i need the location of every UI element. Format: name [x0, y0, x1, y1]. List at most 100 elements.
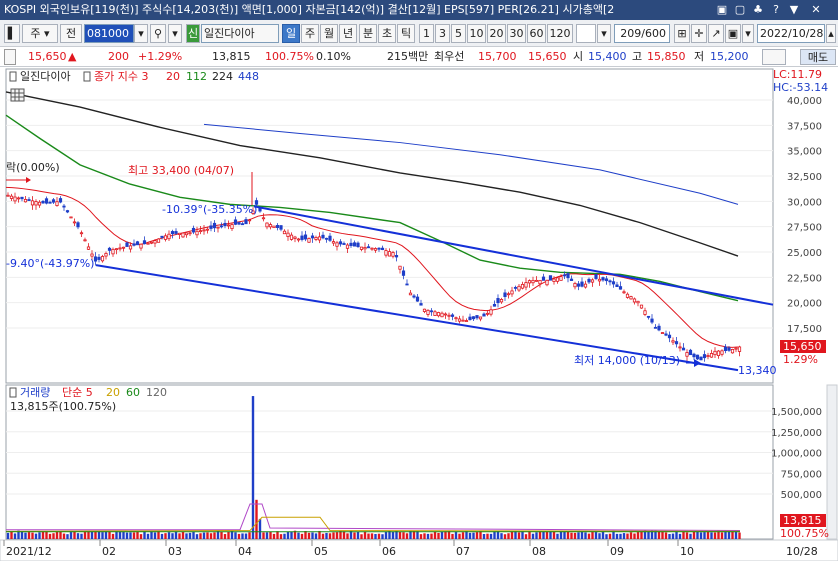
sell-button[interactable]: 매도: [800, 49, 836, 65]
volume-bar: [241, 533, 244, 539]
volume-bar: [202, 532, 206, 539]
candle-body: [118, 247, 122, 250]
table-icon[interactable]: [10, 88, 25, 102]
minute-3-button[interactable]: 3: [435, 24, 450, 43]
x-axis-label: 06: [382, 545, 396, 558]
quote-toggle-icon[interactable]: [4, 49, 16, 65]
candle-body: [471, 316, 476, 320]
interval-dropdown-icon[interactable]: ▾: [597, 24, 611, 43]
candle-body: [9, 195, 14, 199]
turnover-rate: 0.10%: [316, 50, 351, 63]
volume-bar: [622, 533, 626, 539]
volume-bar: [251, 396, 255, 539]
x-axis-bar: [0, 539, 838, 561]
quote-dropdown-icon[interactable]: [762, 49, 786, 65]
volume-bar: [311, 532, 314, 539]
cross-icon[interactable]: ✛: [691, 24, 707, 43]
volume-bar: [545, 531, 549, 539]
candle-body: [524, 282, 528, 288]
volume-bar: [440, 531, 444, 539]
count-input[interactable]: 209/600: [614, 24, 670, 43]
volume-bar: [314, 533, 318, 539]
volume-bar: [738, 532, 741, 539]
minute-10-button[interactable]: 10: [467, 24, 486, 43]
volume-bar: [83, 531, 87, 539]
candle-body: [527, 280, 532, 284]
date-spinner[interactable]: ▴: [826, 24, 836, 43]
minute-60-button[interactable]: 60: [527, 24, 546, 43]
minute-120-button[interactable]: 120: [547, 24, 573, 43]
volume-bar: [213, 532, 216, 539]
trend-icon[interactable]: ↗: [708, 24, 724, 43]
volume-bar: [454, 531, 458, 539]
candle-body: [62, 205, 66, 208]
save-icon[interactable]: ▣: [725, 24, 741, 43]
zoom-icon[interactable]: ⊞: [674, 24, 690, 43]
date-input[interactable]: 2022/10/28: [757, 24, 825, 43]
candle-body: [552, 278, 556, 282]
window-dropdown-icon[interactable]: ▼: [786, 2, 802, 18]
window-close-icon[interactable]: ✕: [808, 2, 824, 18]
volume-bar: [657, 531, 661, 539]
minute-1-button[interactable]: 1: [419, 24, 434, 43]
candle-body: [730, 349, 735, 354]
volume-axis-label: 500,000: [781, 490, 822, 501]
candle-body: [531, 279, 535, 284]
candle-body: [219, 225, 224, 228]
code-dropdown-icon[interactable]: ▾: [134, 24, 148, 43]
candle-body: [450, 314, 455, 317]
minute-20-button[interactable]: 20: [487, 24, 506, 43]
period-tick-tab[interactable]: 틱: [397, 24, 415, 43]
volume-bar: [300, 533, 304, 539]
volume-bar: [171, 533, 174, 539]
prev-button[interactable]: 전: [60, 24, 82, 43]
volume-bar: [248, 532, 251, 539]
volume-bar: [608, 533, 612, 539]
window-help-icon[interactable]: ?: [768, 2, 784, 18]
volume-bar: [118, 531, 122, 539]
period-month-tab[interactable]: 월: [320, 24, 338, 43]
window-link-icon[interactable]: ▣: [714, 2, 730, 18]
stock-code-input[interactable]: 081000: [84, 24, 134, 43]
volume-bar: [69, 532, 73, 539]
period-year-tab[interactable]: 년: [339, 24, 357, 43]
volume-bar: [206, 532, 209, 539]
period-minute-tab[interactable]: 분: [359, 24, 377, 43]
date-dropdown-icon[interactable]: ▾: [742, 24, 754, 43]
period-week-tab[interactable]: 주: [301, 24, 319, 43]
volume-bar: [699, 532, 703, 539]
volume-bar: [363, 531, 367, 539]
candle-body: [594, 274, 598, 279]
volume-bar: [370, 533, 374, 539]
minute-30-button[interactable]: 30: [507, 24, 526, 43]
candle-body: [195, 230, 199, 236]
market-select[interactable]: 주 ▾: [22, 24, 58, 43]
volume-tag-text: 13,815: [783, 514, 822, 527]
interval-input[interactable]: [576, 24, 596, 43]
candle-body: [737, 346, 742, 352]
volume-bar: [510, 531, 514, 539]
volume-bar: [41, 531, 45, 539]
candle-body: [48, 201, 52, 204]
search-dropdown-icon[interactable]: ▾: [168, 24, 182, 43]
candle-body: [398, 265, 402, 270]
stock-chart[interactable]: 40,000 37,500 35,000 32,500 30,000 27,500 25,0…: [0, 67, 838, 561]
search-icon[interactable]: ⚲: [150, 24, 166, 43]
volume-scrollbar[interactable]: [826, 384, 838, 540]
low-label: 저: [694, 50, 705, 63]
window-restore-icon[interactable]: ▢: [732, 2, 748, 18]
candle-body: [237, 222, 241, 225]
high-annotation: 최고 33,400 (04/07): [128, 164, 234, 177]
volume-axis-label: 1,250,000: [771, 428, 822, 439]
period-day-tab[interactable]: 일: [282, 24, 300, 43]
candle-body: [27, 199, 31, 201]
legend-ma-112: 112: [186, 70, 207, 83]
layout-icon[interactable]: ▌: [4, 24, 20, 43]
chart-area[interactable]: 40,000 37,500 35,000 32,500 30,000 27,500 25,0…: [0, 67, 838, 561]
candle-body: [16, 197, 21, 200]
candle-body: [569, 278, 574, 281]
period-second-tab[interactable]: 초: [378, 24, 396, 43]
minute-5-button[interactable]: 5: [451, 24, 466, 43]
candle-body: [660, 332, 665, 334]
window-club-icon[interactable]: ♣: [750, 2, 766, 18]
